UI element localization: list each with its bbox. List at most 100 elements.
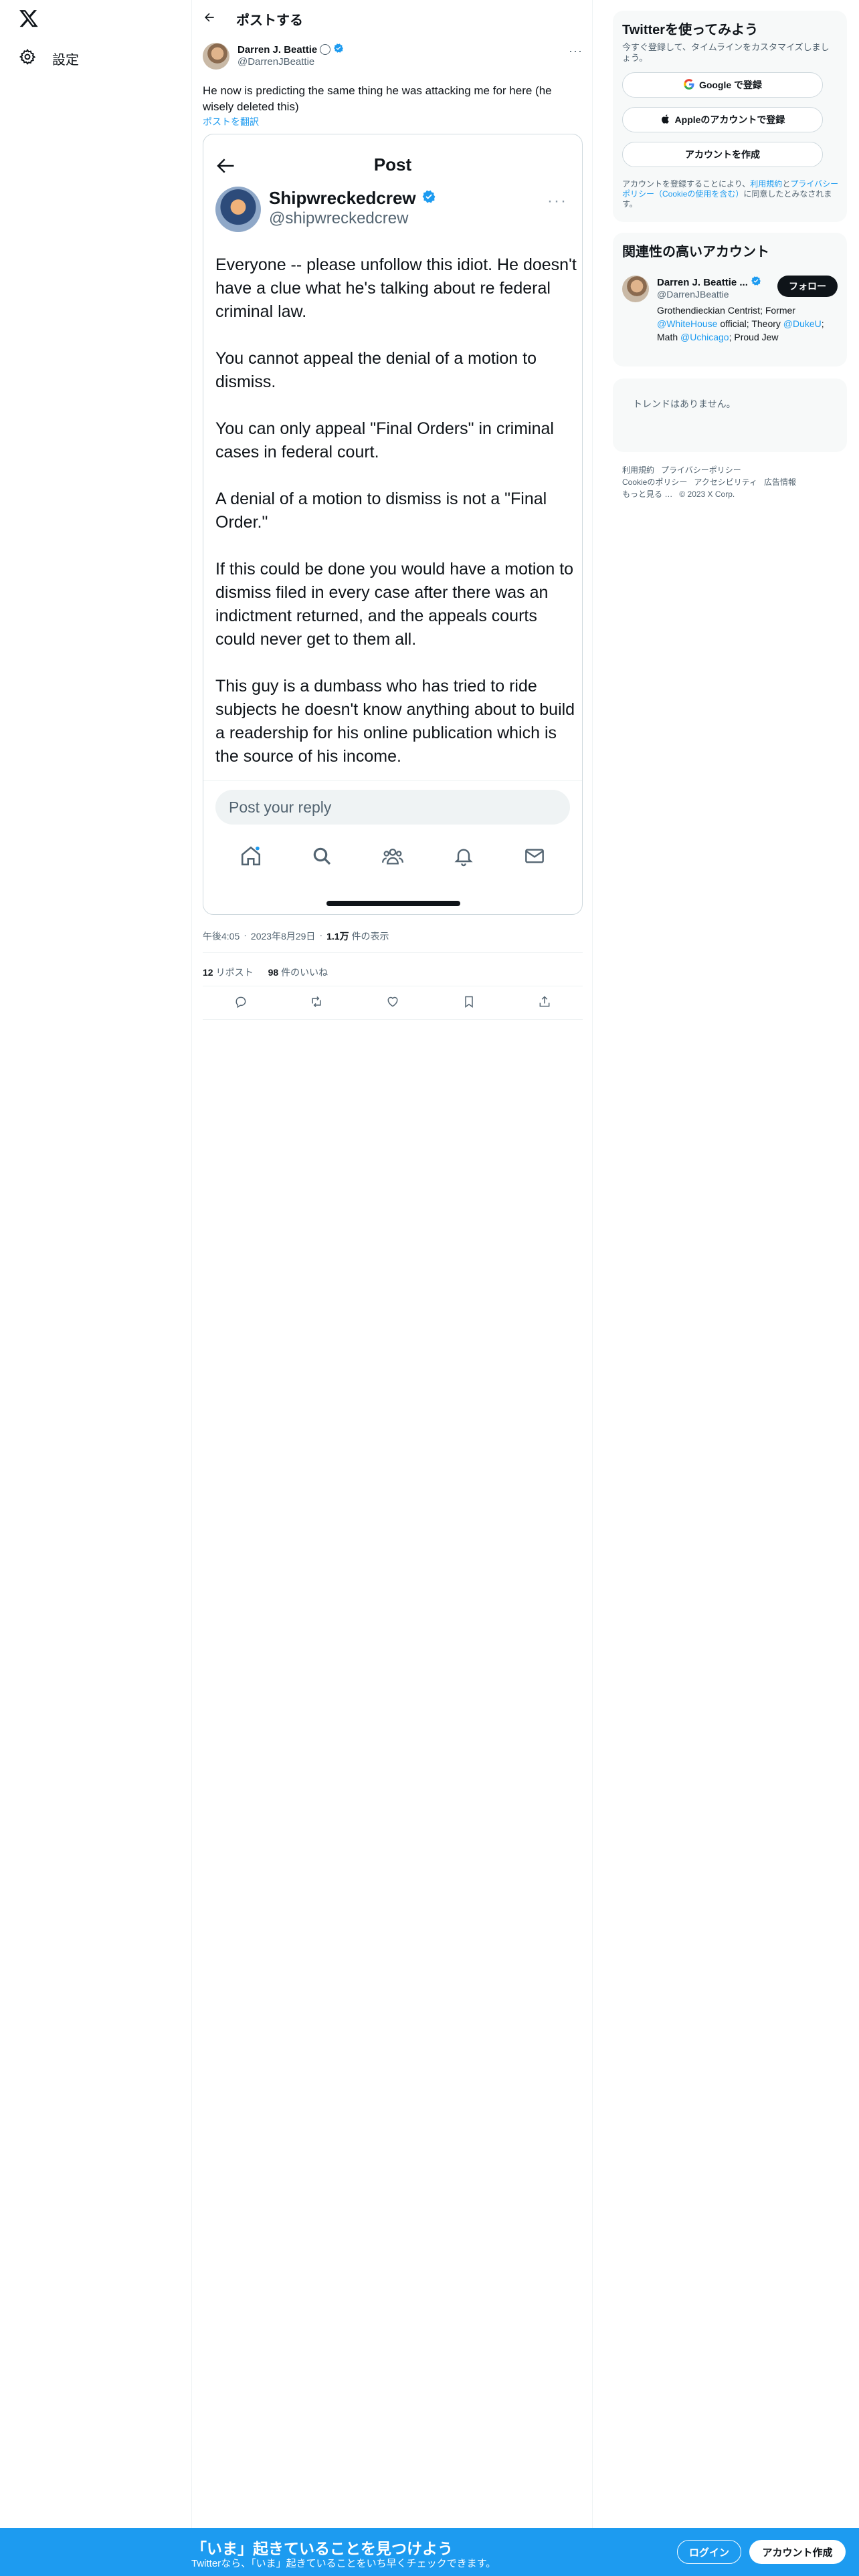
bio-text: ; Proud Jew: [729, 332, 779, 342]
google-signup-label: Google で登録: [698, 80, 763, 90]
footer-link[interactable]: 広告情報: [764, 477, 796, 487]
embedded-screenshot[interactable]: Post Shipwreckedcrew @shipwreckedcrew ··…: [203, 134, 583, 915]
main-column: ポストする Darren J. Beattie @DarrenJBeattie …: [191, 0, 593, 2528]
footer-link[interactable]: Cookieのポリシー: [622, 477, 687, 487]
embed-paragraph: You can only appeal "Final Orders" in cr…: [215, 419, 554, 461]
more-options-icon: ···: [547, 192, 567, 210]
embed-header-title: Post: [373, 154, 412, 175]
google-signup-button[interactable]: Google で登録: [622, 72, 823, 98]
bio-mention[interactable]: @DukeU: [783, 318, 822, 329]
embed-paragraph: A denial of a motion to dismiss is not a…: [215, 490, 547, 532]
divider: [203, 1019, 583, 1020]
tweet-stats: 12 リポスト 98 件のいいね: [203, 966, 328, 979]
cookie-link[interactable]: （Cookieの使用を含む）: [654, 189, 743, 199]
reposts-label: リポスト: [215, 967, 254, 978]
related-accounts-card: 関連性の高いアカウント Darren J. Beattie ... @Darre…: [613, 233, 847, 366]
avatar: [215, 187, 261, 232]
footer-links: 利用規約 プライバシーポリシー Cookieのポリシー アクセシビリティ 広告情報 も…: [622, 464, 843, 500]
embed-author-name: Shipwreckedcrew: [269, 188, 416, 208]
bio-mention[interactable]: @Uchicago: [680, 332, 729, 342]
apple-signup-button[interactable]: Appleのアカウントで登録: [622, 107, 823, 132]
arrow-left-icon[interactable]: [203, 11, 216, 27]
author-handle: @DarrenJBeattie: [237, 56, 315, 68]
tweet-text: He now is predicting the same thing he w…: [203, 84, 552, 113]
verified-badge-icon: [333, 43, 344, 56]
top-bar: ポストする: [192, 0, 592, 37]
terms-link[interactable]: 利用規約: [750, 179, 782, 189]
meta-separator: ·: [319, 930, 323, 940]
nav-settings[interactable]: 設定: [19, 48, 79, 68]
footer-link[interactable]: もっと見る …: [622, 490, 672, 499]
views: 1.1万 件の表示: [326, 930, 389, 943]
footer-link[interactable]: 利用規約: [622, 465, 654, 475]
tweet-date[interactable]: 2023年8月29日: [251, 930, 316, 943]
reposts-stat[interactable]: 12 リポスト: [203, 966, 254, 979]
embed-header: Post: [203, 134, 582, 191]
bell-icon: [450, 843, 477, 869]
terms-prefix: アカウントを登録することにより、: [622, 179, 751, 189]
repost-icon[interactable]: [308, 994, 324, 1010]
apple-signup-label: Appleのアカウントで登録: [674, 114, 785, 125]
reposts-count: 12: [203, 967, 213, 978]
heart-icon[interactable]: [385, 994, 401, 1010]
copyright: © 2023 X Corp.: [679, 490, 735, 499]
signup-banner: 「いま」起きていることを見つけよう Twitterなら、「いま」起きていることを…: [0, 2528, 859, 2576]
home-icon: [237, 843, 264, 869]
follow-button[interactable]: フォロー: [777, 276, 838, 297]
bookmark-icon[interactable]: [461, 994, 477, 1010]
communities-icon: [379, 843, 406, 869]
translate-link[interactable]: ポストを翻訳: [203, 115, 259, 128]
footer-link[interactable]: アクセシビリティ: [694, 477, 757, 487]
meta-separator: ·: [244, 930, 247, 940]
gear-icon: [19, 48, 36, 69]
signup-card: Twitterを使ってみよう 今すぐ登録して、タイムラインをカスタマイズしましょ…: [613, 11, 847, 222]
share-icon[interactable]: [537, 994, 553, 1010]
embed-paragraph: You cannot appeal the denial of a motion…: [215, 349, 537, 391]
signup-title: Twitterを使ってみよう: [622, 23, 759, 37]
related-name[interactable]: Darren J. Beattie ...: [657, 277, 748, 288]
left-nav: 設定: [0, 0, 191, 2528]
tweet-time[interactable]: 午後4:05: [203, 930, 240, 943]
trends-card: トレンドはありません。: [613, 379, 847, 452]
nav-settings-label: 設定: [52, 52, 79, 68]
likes-stat[interactable]: 98 件のいいね: [268, 966, 328, 979]
embed-author-name-row: Shipwreckedcrew: [269, 188, 436, 209]
footer-link[interactable]: プライバシーポリシー: [661, 465, 741, 475]
terms-and: と: [782, 179, 791, 189]
login-button[interactable]: ログイン: [677, 2540, 741, 2564]
affiliation-badge-icon: [320, 44, 331, 55]
home-indicator: [326, 901, 460, 906]
create-account-button[interactable]: アカウントを作成: [622, 142, 823, 167]
bio-text: official; Theory: [717, 318, 783, 329]
tweet-actions: [203, 994, 583, 1010]
related-title: 関連性の高いアカウント: [622, 245, 769, 259]
banner-title: 「いま」起きていることを見つけよう: [191, 2540, 453, 2557]
apple-icon: [660, 113, 671, 127]
create-account-label: アカウントを作成: [685, 149, 760, 160]
verified-badge-icon: [751, 276, 761, 289]
author-name-row: Darren J. Beattie: [237, 43, 344, 56]
author-name[interactable]: Darren J. Beattie: [237, 44, 317, 56]
embed-paragraph: This guy is a dumbass who has tried to r…: [215, 677, 575, 766]
mail-icon: [521, 843, 548, 869]
divider: [203, 952, 583, 953]
x-logo-icon[interactable]: [19, 8, 39, 28]
related-name-row: Darren J. Beattie ...: [657, 276, 761, 289]
tweet-author: Darren J. Beattie @DarrenJBeattie ···: [203, 41, 583, 71]
avatar[interactable]: [203, 43, 229, 70]
reply-icon[interactable]: [233, 994, 249, 1010]
bio-mention[interactable]: @WhiteHouse: [657, 318, 717, 329]
avatar[interactable]: [622, 276, 649, 302]
trends-empty-text: トレンドはありません。: [633, 399, 736, 409]
signup-subtitle: 今すぐ登録して、タイムラインをカスタマイズしましょう。: [622, 42, 830, 63]
embed-reply-placeholder: Post your reply: [215, 790, 570, 825]
embed-paragraph: If this could be done you would have a m…: [215, 560, 574, 649]
google-icon: [683, 78, 695, 92]
divider: [203, 780, 582, 781]
banner-subtitle: Twitterなら、「いま」起きていることをいち早くチェックできます。: [191, 2558, 496, 2569]
more-options-icon[interactable]: ···: [569, 44, 583, 58]
embed-author-handle: @shipwreckedcrew: [269, 209, 409, 227]
terms-text: アカウントを登録することにより、利用規約とプライバシーポリシー（Cookieの使…: [622, 179, 840, 209]
signup-button[interactable]: アカウント作成: [749, 2540, 846, 2564]
likes-label: 件のいいね: [281, 967, 328, 978]
